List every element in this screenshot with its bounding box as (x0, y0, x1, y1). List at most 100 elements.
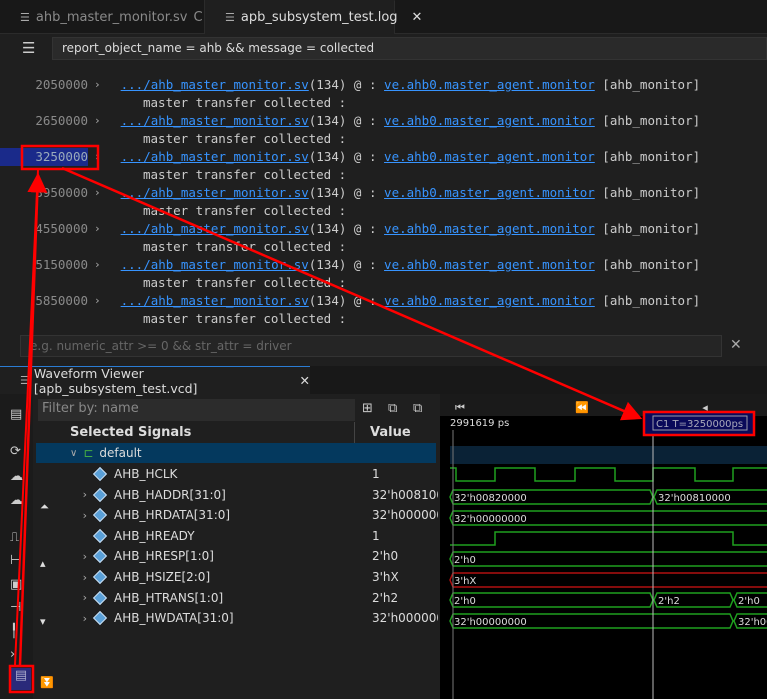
log-message: master transfer collected : (143, 131, 347, 146)
component-link[interactable]: ve.ahb0.master_agent.monitor (384, 76, 595, 94)
signal-icon (92, 611, 108, 626)
expand-chevron-icon[interactable]: › (36, 488, 95, 501)
expand-chevron-icon[interactable]: › (36, 591, 95, 604)
signal-icon (92, 487, 108, 502)
tab-waveform-viewer[interactable]: ☰ Waveform Viewer [apb_subsystem_test.vcd… (0, 366, 310, 396)
log-timestamp[interactable]: 5150000 (0, 256, 88, 274)
component-link[interactable]: ve.ahb0.master_agent.monitor (384, 112, 595, 130)
tab-apb-subsystem-log[interactable]: ☰ apb_subsystem_test.log ✕ (205, 0, 422, 34)
group-row-default[interactable]: ∨ ⊏ default (36, 443, 436, 463)
signal-filter-input[interactable]: Filter by: name (38, 399, 355, 421)
signal-icon (92, 528, 108, 543)
cursor-icon[interactable]: ╿ (10, 624, 18, 639)
signal-value: 1 (372, 467, 380, 481)
expand-chevron-icon[interactable]: › (36, 509, 95, 522)
file-link[interactable]: .../ahb_master_monitor.sv (121, 76, 309, 94)
file-link[interactable]: .../ahb_master_monitor.sv (121, 220, 309, 238)
haddr-value-label: 32'h00810000 (658, 493, 731, 504)
cloud-download-icon[interactable]: ☁ (10, 493, 23, 508)
waveform-canvas[interactable]: ⏮ ⏪ ◂ 2991619 ps 32'h00820000 32'h00810000 32'… (440, 394, 767, 699)
file-link[interactable]: .../ahb_master_monitor.sv (121, 256, 309, 274)
haddr-value-label: 32'h00820000 (454, 493, 527, 504)
expand-chevron-icon[interactable]: › (94, 112, 101, 130)
file-icon: ☰ (20, 374, 30, 387)
waveform-nav-bar (440, 394, 767, 416)
hresp-segment (449, 551, 767, 567)
group-icon: ⊏ (83, 446, 94, 460)
expand-chevron-icon[interactable]: › (94, 256, 101, 274)
file-icon: ☰ (225, 11, 235, 24)
group-band (450, 446, 767, 464)
export-icon[interactable]: ▤ (10, 407, 22, 422)
component-link[interactable]: ve.ahb0.master_agent.monitor (384, 220, 595, 238)
signal-value: 32'h00810000 (372, 487, 438, 502)
clear-filter-icon[interactable]: ✕ (730, 337, 742, 353)
hwdata-value-label: 32'h00000000 (454, 617, 527, 628)
waveform-toolbar (0, 394, 33, 699)
log-entry: 3250000 › .../ahb_master_monitor.sv (134) @… (0, 148, 767, 184)
log-timestamp[interactable]: 3950000 (0, 184, 88, 202)
log-entry: 2650000 › .../ahb_master_monitor.sv (134) @… (0, 112, 767, 148)
file-link[interactable]: .../ahb_master_monitor.sv (121, 112, 309, 130)
file-link[interactable]: .../ahb_master_monitor.sv (121, 148, 309, 166)
attribute-filter-input[interactable]: e.g. numeric_attr >= 0 && str_attr = dri… (20, 335, 722, 357)
log-link-icon[interactable]: ▤ (11, 668, 31, 690)
marker-icon[interactable]: ▣ (10, 577, 22, 592)
close-icon[interactable]: ✕ (300, 373, 310, 388)
log-message: master transfer collected : (143, 275, 347, 290)
log-timestamp[interactable]: 4550000 (0, 220, 88, 238)
go-start-icon[interactable]: ⏮ (455, 401, 465, 414)
signal-value: 32'h00000000 (372, 508, 438, 523)
expand-all-icon[interactable]: ⧉ (388, 401, 397, 416)
expand-chevron-icon[interactable]: › (94, 76, 101, 94)
htrans-value-label: 2'h2 (658, 596, 680, 607)
next-icon[interactable]: › (10, 647, 15, 662)
signal-icon (92, 569, 108, 585)
expand-chevron-icon[interactable]: › (36, 612, 95, 625)
file-icon: ☰ (20, 10, 30, 24)
expand-chevron-icon[interactable]: › (36, 571, 95, 584)
log-timestamp[interactable]: 5850000 (0, 292, 88, 310)
file-link[interactable]: .../ahb_master_monitor.sv (121, 184, 309, 202)
log-entry: 2050000 › .../ahb_master_monitor.sv (134) @… (0, 76, 767, 112)
close-icon[interactable]: ✕ (412, 10, 423, 25)
signal-value: 2'h2 (372, 590, 399, 605)
component-link[interactable]: ve.ahb0.master_agent.monitor (384, 148, 595, 166)
measure-icon[interactable]: ⊢ (10, 553, 21, 568)
log-filter-input[interactable]: report_object_name = ahb && message = co… (52, 37, 767, 60)
component-link[interactable]: ve.ahb0.master_agent.monitor (384, 256, 595, 274)
cursor-label[interactable]: C1 T=3250000ps (656, 419, 743, 430)
column-divider[interactable] (354, 422, 355, 443)
signal-icon (92, 466, 108, 482)
log-message: master transfer collected : (143, 167, 347, 182)
expand-chevron-icon[interactable]: › (94, 148, 101, 166)
refresh-icon[interactable]: ⟳ (10, 444, 21, 459)
log-timestamp[interactable]: 3250000 (0, 148, 88, 166)
step-back-icon[interactable]: ◂ (702, 401, 708, 414)
add-cursor-icon[interactable]: ⊣ (10, 600, 21, 615)
log-entry: 5850000 › .../ahb_master_monitor.sv (134) @… (0, 292, 767, 328)
tab-ahb-master-monitor[interactable]: ☰ ahb_master_monitor.sv C (0, 0, 205, 34)
expand-chevron-icon[interactable]: › (94, 220, 101, 238)
log-message: master transfer collected : (143, 95, 347, 110)
menu-icon[interactable]: ☰ (22, 39, 35, 57)
waveform-icon[interactable]: ⎍ (10, 530, 19, 545)
go-prev-icon[interactable]: ⏪ (575, 401, 589, 414)
log-message: master transfer collected : (143, 203, 347, 218)
expand-chevron-icon[interactable]: › (94, 292, 101, 310)
expand-chevron-icon[interactable]: › (94, 184, 101, 202)
log-timestamp[interactable]: 2650000 (0, 112, 88, 130)
add-group-icon[interactable]: ⊞ (362, 401, 373, 416)
signals-column-header: Selected Signals (70, 425, 192, 440)
expand-chevron-icon[interactable]: › (36, 550, 95, 563)
component-link[interactable]: ve.ahb0.master_agent.monitor (384, 292, 595, 310)
move-bottom-icon[interactable]: ⏬ (40, 676, 54, 689)
collapse-all-icon[interactable]: ⧉ (413, 401, 422, 416)
log-timestamp[interactable]: 2050000 (0, 76, 88, 94)
component-link[interactable]: ve.ahb0.master_agent.monitor (384, 184, 595, 202)
file-link[interactable]: .../ahb_master_monitor.sv (121, 292, 309, 310)
signal-icon (92, 590, 108, 605)
hsize-segment (449, 572, 767, 588)
cloud-upload-icon[interactable]: ☁ (10, 469, 23, 484)
hclk-wave (450, 467, 767, 482)
